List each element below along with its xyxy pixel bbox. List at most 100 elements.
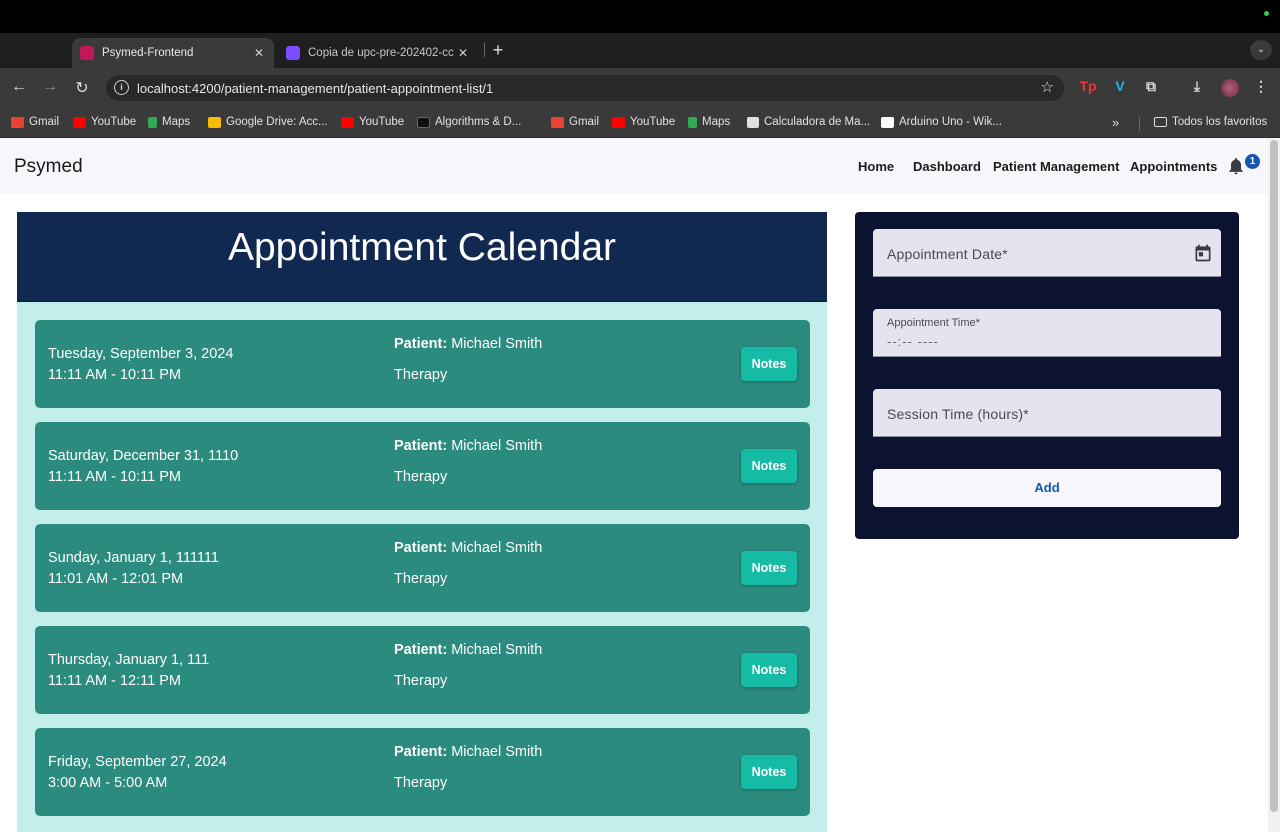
url-text[interactable]: localhost:4200/patient-management/patien… [137,81,493,96]
angular-favicon-icon [80,46,94,60]
appointment-patient: Patient: Michael Smith [394,744,542,760]
close-tab-icon[interactable]: ✕ [252,46,266,60]
appointment-calendar: Appointment Calendar Tuesday, September … [17,212,827,832]
bookmark-youtube[interactable]: YouTube [612,116,675,128]
nav-patient-management[interactable]: Patient Management [993,159,1119,174]
browser-menu-icon[interactable]: ⋮ [1251,78,1271,95]
all-bookmarks-folder[interactable]: Todos los favoritos [1154,116,1267,128]
patient-name: Michael Smith [451,642,543,658]
appointment-date: Friday, September 27, 2024 [48,754,227,770]
appointment-date: Tuesday, September 3, 2024 [48,346,234,362]
appointment-patient: Patient: Michael Smith [394,438,542,454]
browser-toolbar: ← → ↻ i localhost:4200/patient-managemen… [0,68,1280,108]
page-scrollbar[interactable] [1268,138,1280,832]
profile-avatar[interactable] [1221,79,1239,97]
reload-icon[interactable]: ↻ [72,78,92,98]
calendar-header: Appointment Calendar [17,212,827,302]
address-bar[interactable]: i localhost:4200/patient-management/pati… [106,75,1064,101]
tab-search-icon[interactable]: ⌄ [1250,40,1272,60]
patient-label: Patient: [394,438,448,454]
patient-name: Michael Smith [451,540,543,556]
bookmark-youtube[interactable]: YouTube [341,116,404,128]
appointment-time: 11:11 AM - 10:11 PM [48,367,181,383]
drive-icon [208,116,221,128]
calculator-icon [747,116,759,128]
session-time-field[interactable]: Session Time (hours)* [873,389,1221,437]
patient-label: Patient: [394,642,448,658]
tab-title: Copia de upc-pre-202402-cc [308,47,454,59]
nav-home[interactable]: Home [858,159,894,174]
browser-tab-strip: Psymed-Frontend ✕ Copia de upc-pre-20240… [0,33,1280,68]
gmail-icon [11,116,24,128]
appointment-time-field[interactable]: Appointment Time* --:-- ---- [873,309,1221,357]
appointment-type: Therapy [394,571,448,587]
calendar-icon[interactable] [1193,243,1213,263]
tab-title: Psymed-Frontend [102,47,194,59]
bookmark-calculadora[interactable]: Calculadora de Ma... [747,116,870,128]
nav-appointments[interactable]: Appointments [1130,159,1217,174]
notes-button[interactable]: Notes [741,551,797,585]
bookmark-algorithms[interactable]: Algorithms & D... [417,116,521,128]
notes-button[interactable]: Notes [741,449,797,483]
bookmark-star-icon[interactable]: ☆ [1041,78,1054,96]
notes-button[interactable]: Notes [741,347,797,381]
page-title: Appointment Calendar [227,226,617,269]
bookmark-youtube[interactable]: YouTube [73,116,136,128]
folder-icon [1154,117,1167,127]
site-info-icon[interactable]: i [114,80,129,95]
gmail-icon [551,116,564,128]
app-header: Psymed Home Dashboard Patient Management… [0,138,1268,194]
brand-logo[interactable]: Psymed [14,156,83,178]
patient-label: Patient: [394,336,448,352]
scrollbar-thumb[interactable] [1270,140,1278,812]
patient-label: Patient: [394,744,448,760]
patient-name: Michael Smith [451,336,543,352]
appointment-time: 11:01 AM - 12:01 PM [48,571,184,587]
extensions-puzzle-icon[interactable]: ⧉ [1141,78,1161,95]
bookmarks-separator [1139,117,1140,131]
vimeo-extension-icon[interactable]: V [1110,78,1130,94]
page-viewport: Psymed Home Dashboard Patient Management… [0,138,1268,832]
tp-extension-icon[interactable]: Tp [1078,78,1098,94]
notes-button[interactable]: Notes [741,653,797,687]
appointment-patient: Patient: Michael Smith [394,540,542,556]
notification-bell-icon[interactable] [1226,156,1246,176]
more-bookmarks-icon[interactable]: » [1112,115,1119,130]
patient-name: Michael Smith [451,438,543,454]
download-icon[interactable]: ⤓ [1187,78,1207,95]
bookmark-arduino[interactable]: Arduino Uno - Wik... [881,116,1002,128]
appointment-time: 11:11 AM - 12:11 PM [48,673,181,689]
bookmarks-bar: Gmail YouTube Maps Google Drive: Acc... … [0,108,1280,138]
notes-button[interactable]: Notes [741,755,797,789]
appointment-card: Sunday, January 1, 111111 11:01 AM - 12:… [35,524,810,612]
bookmark-gmail[interactable]: Gmail [11,116,59,128]
appointment-time-value[interactable]: --:-- ---- [887,334,939,349]
appointment-time: 3:00 AM - 5:00 AM [48,775,168,791]
status-dot-icon [1264,11,1269,16]
forward-arrow-icon[interactable]: → [40,78,60,96]
notification-badge: 1 [1245,154,1260,169]
patient-name: Michael Smith [451,744,543,760]
appointment-patient: Patient: Michael Smith [394,336,542,352]
os-menu-bar [0,0,1280,33]
add-button[interactable]: Add [873,469,1221,507]
close-tab-icon[interactable]: ✕ [456,46,470,60]
appointment-date: Saturday, December 31, 1110 [48,448,239,464]
bookmark-drive[interactable]: Google Drive: Acc... [208,116,328,128]
wikipedia-icon [881,116,894,128]
add-appointment-form: Appointment Date* Appointment Time* --:-… [855,212,1239,539]
appointment-type: Therapy [394,775,448,791]
appointment-type: Therapy [394,469,448,485]
appointment-card: Saturday, December 31, 1110 11:11 AM - 1… [35,422,810,510]
maps-icon [688,116,697,128]
tab-psymed-frontend[interactable]: Psymed-Frontend ✕ [72,38,274,68]
tab-copia-upc[interactable]: Copia de upc-pre-202402-cc ✕ [278,38,478,68]
session-time-label: Session Time (hours)* [887,406,1029,422]
appointment-date-field[interactable]: Appointment Date* [873,229,1221,277]
bookmark-gmail[interactable]: Gmail [551,116,599,128]
bookmark-maps[interactable]: Maps [688,116,730,128]
bookmark-maps[interactable]: Maps [148,116,190,128]
back-arrow-icon[interactable]: ← [9,78,29,96]
new-tab-icon[interactable]: + [489,40,507,61]
nav-dashboard[interactable]: Dashboard [913,159,981,174]
